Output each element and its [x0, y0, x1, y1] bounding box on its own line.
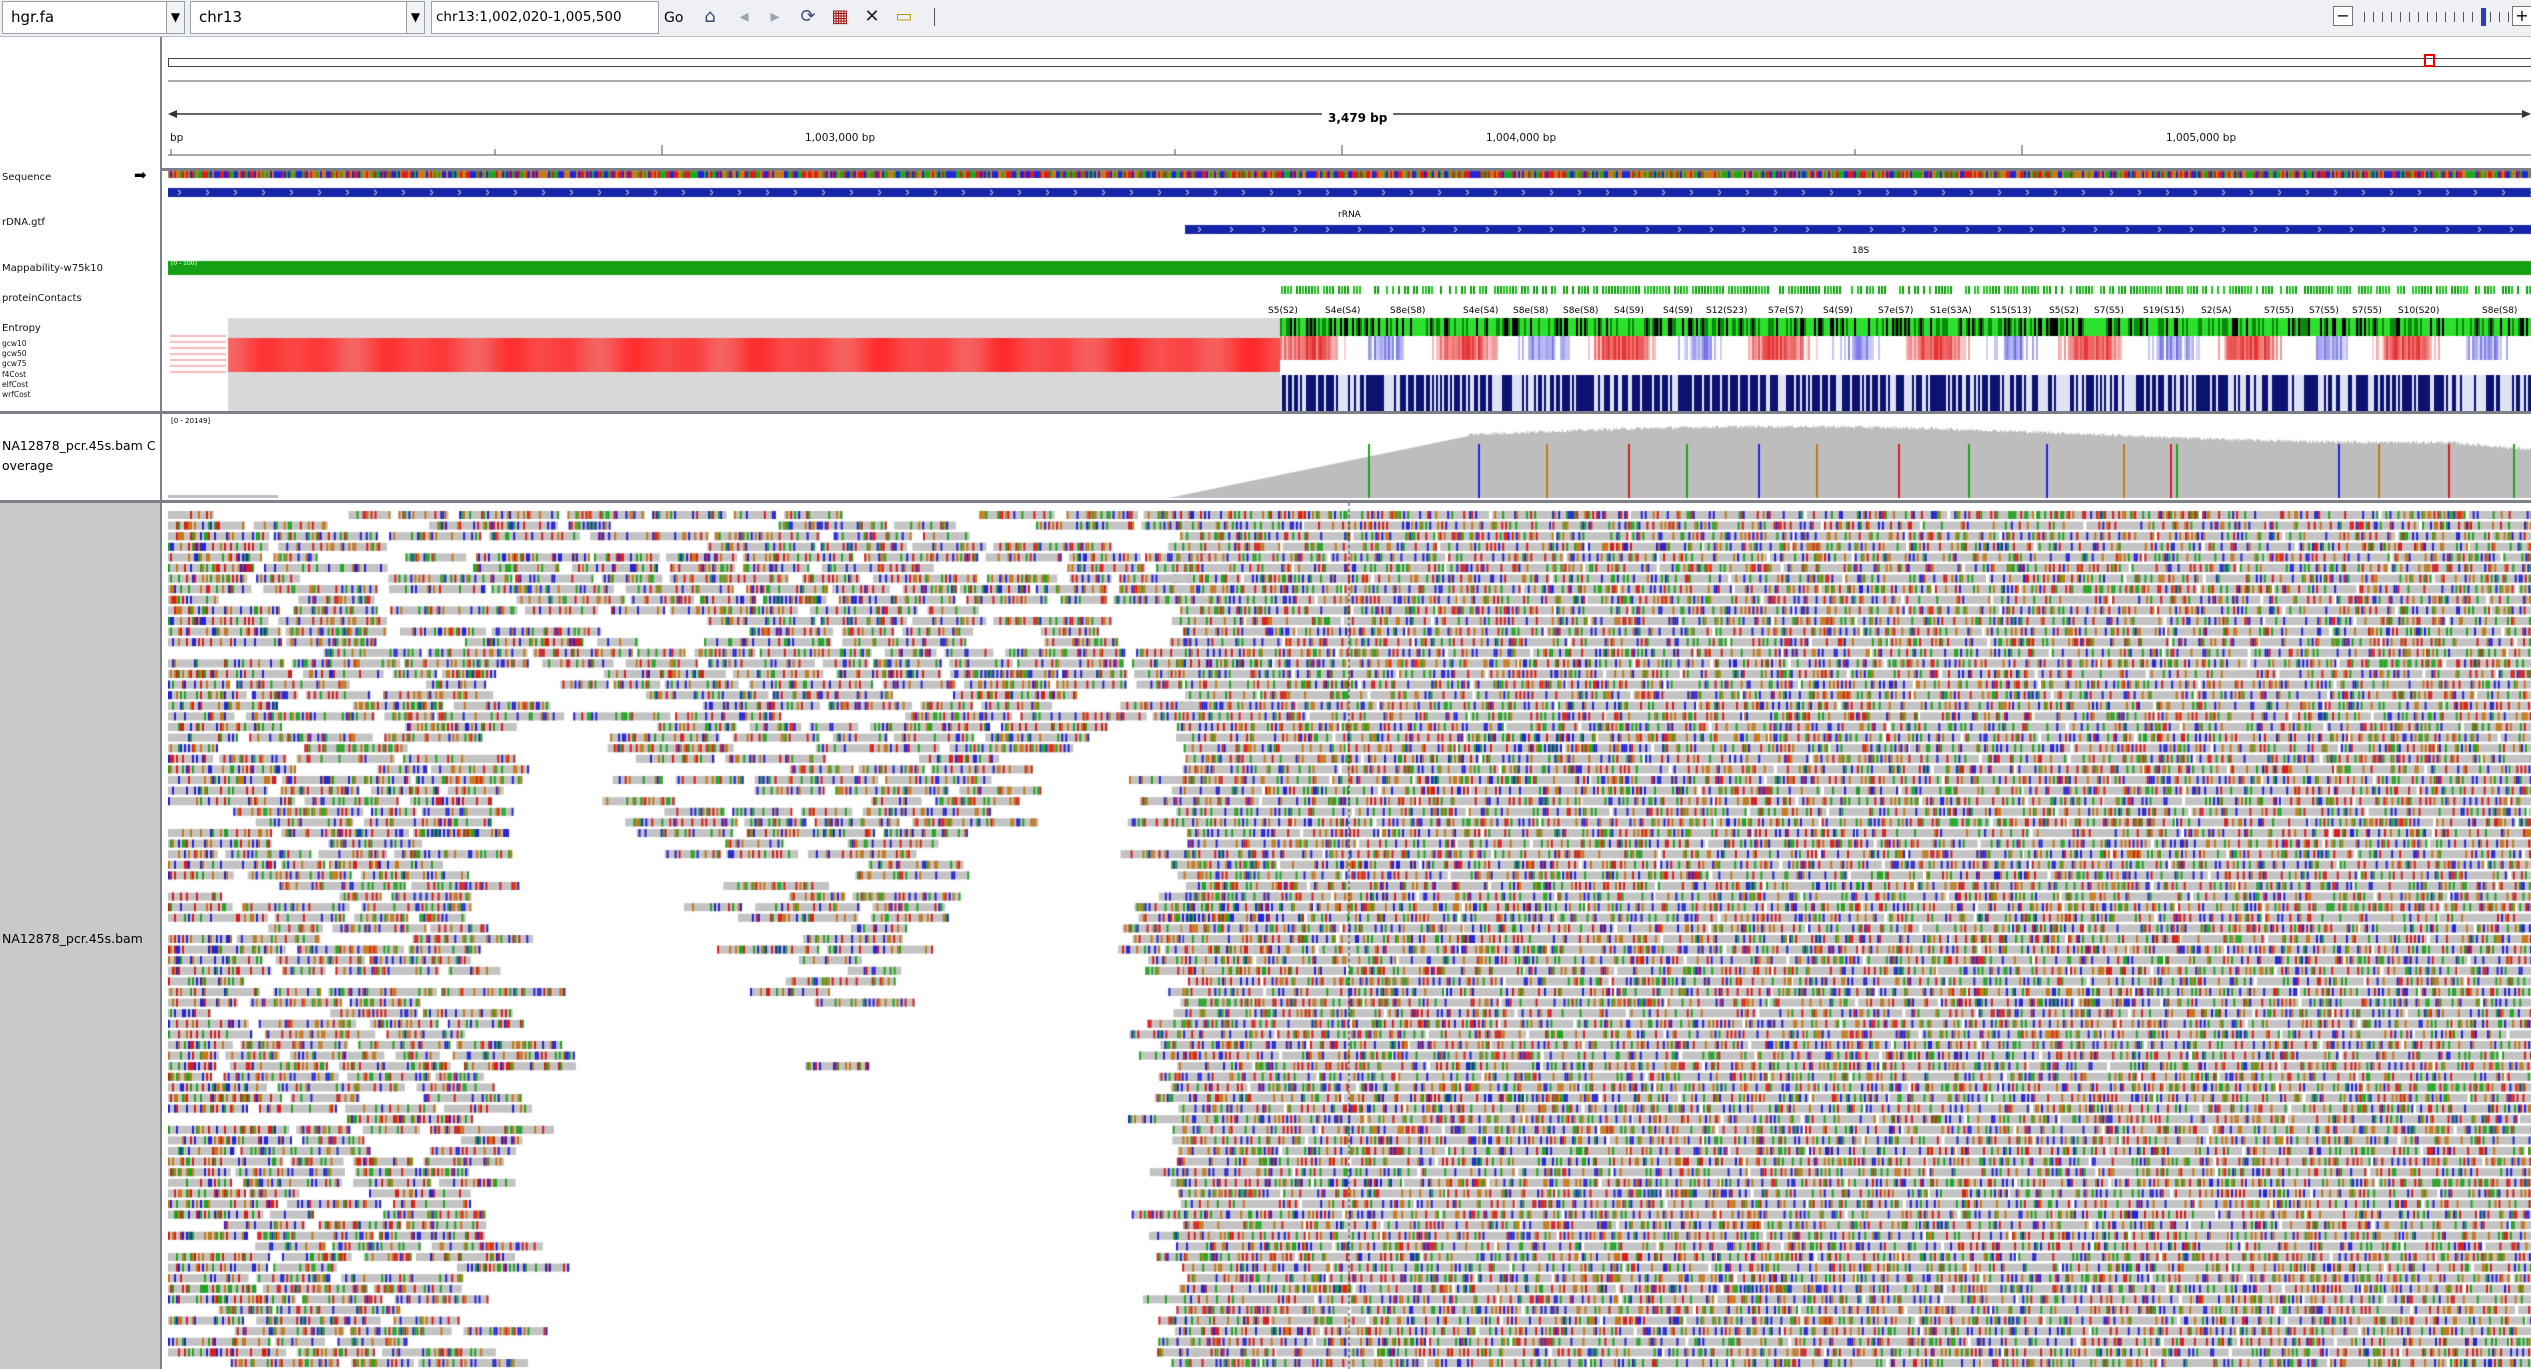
back-icon[interactable]: ◂: [733, 6, 755, 28]
ruler-tick-label: 1,004,000 bp: [1486, 132, 1557, 144]
protein-contact-label: S8e(S8): [2482, 306, 2518, 316]
chromosome-value: chr13: [199, 8, 243, 26]
track-name-protein-contacts[interactable]: proteinContacts: [2, 293, 82, 304]
track-name-alignment[interactable]: NA12878_pcr.45s.bam: [2, 931, 143, 946]
coverage-name-panel: NA12878_pcr.45s.bam Coverage: [0, 414, 162, 500]
chevron-down-icon[interactable]: ▼: [406, 2, 424, 33]
track-name-sequence[interactable]: Sequence: [2, 172, 51, 183]
toolbar: hgr.fa ▼ chr13 ▼ chr13:1,002,020-1,005,5…: [0, 0, 2531, 37]
protein-contact-label: S15(S13): [1990, 306, 2032, 316]
coverage-range-label: [0 - 20149]: [171, 417, 211, 425]
zoom-level-tick: [2418, 12, 2419, 22]
zoom-level-tick: [2373, 12, 2374, 22]
zoom-level-tick: [2499, 12, 2500, 22]
zoom-level-tick: [2454, 12, 2455, 22]
protein-contact-label: S5(S2): [1268, 306, 1298, 316]
track-name-coverage[interactable]: NA12878_pcr.45s.bam Coverage: [2, 436, 158, 476]
chromosome-ideogram[interactable]: [168, 58, 2531, 67]
ruler-tick-label: 1,003,000 bp: [805, 132, 876, 144]
protein-contact-label: S8e(S8): [1513, 306, 1549, 316]
genome-dropdown[interactable]: hgr.fa ▼: [2, 1, 185, 34]
protein-contact-label: S4(S9): [1823, 306, 1853, 316]
locus-search-input[interactable]: chr13:1,002,020-1,005,500: [431, 1, 659, 34]
zoom-level-tick: [2445, 12, 2446, 22]
protein-contact-label: S8e(S8): [1390, 306, 1426, 316]
protein-contact-label: S10(S20): [2398, 306, 2440, 316]
feature-name-panel: Sequence ➡ rDNA.gtf Mappability-w75k10 p…: [0, 166, 162, 411]
zoom-level-tick: [2508, 12, 2509, 22]
protein-contact-label: S4(S9): [1663, 306, 1693, 316]
feature-panel: Sequence ➡ rDNA.gtf Mappability-w75k10 p…: [0, 166, 2531, 414]
track-name-gc[interactable]: gcw50: [2, 349, 27, 358]
feature-tracks-canvas[interactable]: [168, 168, 2531, 411]
ruler-start-label: bp: [170, 132, 184, 144]
zoom-level-tick: [2427, 12, 2428, 22]
chromosome-dropdown[interactable]: chr13 ▼: [190, 1, 425, 34]
track-name-gc[interactable]: gcw10: [2, 339, 27, 348]
home-icon[interactable]: ⌂: [699, 6, 721, 28]
alignment-name-panel: NA12878_pcr.45s.bam: [0, 503, 162, 1369]
protein-contact-label: S19(S15): [2143, 306, 2185, 316]
genome-value: hgr.fa: [11, 8, 55, 26]
strand-arrow-icon[interactable]: ➡: [134, 166, 147, 184]
protein-contact-label: S7e(S7): [1878, 306, 1914, 316]
track-name-cost[interactable]: wrfCost: [2, 390, 31, 399]
ruler-tick-label: 1,005,000 bp: [2166, 132, 2237, 144]
go-button[interactable]: Go: [660, 5, 687, 31]
18s-feature-label: 18S: [1852, 246, 1870, 256]
track-name-mappability[interactable]: Mappability-w75k10: [2, 263, 103, 274]
header-name-panel: [0, 37, 162, 168]
alignment-panel: NA12878_pcr.45s.bam: [0, 503, 2531, 1369]
protein-contact-label: S2(SA): [2201, 306, 2232, 316]
protein-contact-label: S7(S5): [2094, 306, 2124, 316]
protein-contact-label: S7(S5): [2309, 306, 2339, 316]
region-of-interest-icon[interactable]: ▦: [829, 6, 851, 28]
protein-contact-label: S4(S9): [1614, 306, 1644, 316]
coverage-track-canvas[interactable]: [168, 414, 2531, 500]
protein-contact-label: S4e(S4): [1463, 306, 1499, 316]
zoom-level-tick: [2400, 12, 2401, 22]
chevron-down-icon[interactable]: ▼: [166, 2, 184, 33]
track-name-cost[interactable]: f4Cost: [2, 370, 26, 379]
zoom-level-tick: [2364, 12, 2365, 22]
zoom-level-tick: [2409, 12, 2410, 22]
popup-text-icon[interactable]: ▭: [893, 6, 915, 28]
toolbar-divider: [934, 8, 935, 26]
zoom-level-tick: [2391, 12, 2392, 22]
protein-contact-label: S1e(S3A): [1930, 306, 1972, 316]
ruler-span-label: 3,479 bp: [1322, 111, 1394, 125]
alignment-reads-canvas[interactable]: [168, 503, 2531, 1369]
refresh-icon[interactable]: ⟳: [797, 6, 819, 28]
zoom-level-tick: [2463, 12, 2464, 22]
coverage-panel: NA12878_pcr.45s.bam Coverage [0 - 20149]: [0, 414, 2531, 503]
track-name-gc[interactable]: gcw75: [2, 359, 27, 368]
zoom-slider[interactable]: [2360, 8, 2512, 26]
forward-icon[interactable]: ▸: [764, 6, 786, 28]
resize-icon[interactable]: ✕: [861, 6, 883, 28]
current-region-marker[interactable]: [2424, 54, 2435, 67]
protein-contact-label: S4e(S4): [1325, 306, 1361, 316]
zoom-level-tick: [2382, 12, 2383, 22]
track-name-cost[interactable]: eIfCost: [2, 380, 28, 389]
mappability-range-label: [0 - 100]: [171, 260, 197, 267]
protein-contact-label: S7(S5): [2264, 306, 2294, 316]
zoom-out-button[interactable]: −: [2333, 6, 2353, 26]
zoom-level-tick: [2490, 12, 2491, 22]
protein-contact-label: S12(S23): [1706, 306, 1748, 316]
zoom-level-tick: [2472, 12, 2473, 22]
zoom-level-tick: [2436, 12, 2437, 22]
rrna-feature-label: rRNA: [1338, 210, 1361, 220]
zoom-level-tick: [2481, 8, 2486, 26]
track-name-entropy[interactable]: Entropy: [2, 323, 41, 334]
protein-contact-label: S5(S2): [2049, 306, 2079, 316]
header-panel: bp 3,479 bp 1,003,000 bp 1,004,000 bp 1,…: [0, 37, 2531, 171]
protein-contact-label: S7(S5): [2352, 306, 2382, 316]
protein-contact-label: S7e(S7): [1768, 306, 1804, 316]
track-name-rdna[interactable]: rDNA.gtf: [2, 217, 45, 228]
zoom-in-button[interactable]: +: [2512, 6, 2531, 26]
protein-contact-label: S8e(S8): [1563, 306, 1599, 316]
